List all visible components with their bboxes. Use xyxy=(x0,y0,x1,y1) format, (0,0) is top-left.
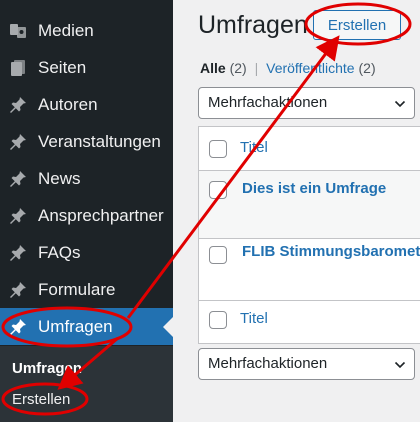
submenu-item-erstellen[interactable]: Erstellen xyxy=(12,391,70,408)
sidebar-item-seiten[interactable]: Seiten xyxy=(0,49,173,86)
pin-icon xyxy=(8,280,28,300)
sidebar-item-autoren[interactable]: Autoren xyxy=(0,86,173,123)
sidebar-item-news[interactable]: News xyxy=(0,160,173,197)
row-title-link[interactable]: Dies ist ein Umfrage xyxy=(242,180,386,197)
bulk-actions-select-bottom[interactable]: Mehrfachaktionen xyxy=(198,348,415,380)
sidebar-item-ansprechpartner[interactable]: Ansprechpartner xyxy=(0,197,173,234)
pin-icon xyxy=(8,132,28,152)
bulk-actions-value: Mehrfachaktionen xyxy=(208,355,328,372)
column-header-title[interactable]: Titel xyxy=(240,139,268,156)
admin-sidebar: Medien Seiten Autoren Veranstaltungen Ne… xyxy=(0,0,173,422)
select-all-checkbox[interactable] xyxy=(209,140,227,158)
sidebar-item-label: News xyxy=(38,169,81,188)
select-all-checkbox-footer[interactable] xyxy=(209,311,227,329)
sidebar-item-label: Formulare xyxy=(38,280,116,299)
column-footer-title[interactable]: Titel xyxy=(240,310,268,327)
add-new-button[interactable]: Erstellen xyxy=(313,10,401,40)
filter-published-count: (2) xyxy=(358,60,376,76)
posts-table: Titel Dies ist ein Umfrage FLIB Stimmung… xyxy=(198,126,420,344)
sidebar-item-label: Seiten xyxy=(38,58,87,77)
chevron-down-icon xyxy=(394,97,406,109)
pin-icon xyxy=(8,206,28,226)
status-filters: Alle (2) | Veröffentlichte (2) xyxy=(200,60,376,76)
sidebar-item-veranstaltungen[interactable]: Veranstaltungen xyxy=(0,123,173,160)
table-row: FLIB Stimmungsbarometer xyxy=(199,239,420,301)
filter-published-link[interactable]: Veröffentlichte xyxy=(266,60,354,76)
filter-all-link[interactable]: Alle xyxy=(200,60,226,76)
pin-icon xyxy=(8,169,28,189)
media-icon xyxy=(8,21,28,41)
pin-icon xyxy=(8,95,28,115)
main-content: Umfragen Erstellen Alle (2) | Veröffentl… xyxy=(173,0,420,422)
sidebar-item-label: Veranstaltungen xyxy=(38,132,161,151)
pin-icon xyxy=(8,317,28,337)
sidebar-item-label: Medien xyxy=(38,21,94,40)
page-title: Umfragen xyxy=(198,11,308,39)
sidebar-item-medien[interactable]: Medien xyxy=(0,12,173,49)
table-row: Dies ist ein Umfrage xyxy=(199,171,420,239)
bulk-actions-select-top[interactable]: Mehrfachaktionen xyxy=(198,87,415,119)
sidebar-item-faqs[interactable]: FAQs xyxy=(0,234,173,271)
bulk-actions-value: Mehrfachaktionen xyxy=(208,94,328,111)
sidebar-item-formulare[interactable]: Formulare xyxy=(0,271,173,308)
filter-all-count: (2) xyxy=(229,60,247,76)
sidebar-item-label: Ansprechpartner xyxy=(38,206,164,225)
table-footer-row: Titel xyxy=(199,301,420,343)
row-checkbox[interactable] xyxy=(209,181,227,199)
pages-icon xyxy=(8,58,28,78)
submenu-item-umfragen[interactable]: Umfragen xyxy=(12,360,82,377)
pin-icon xyxy=(8,243,28,263)
active-indicator-arrow xyxy=(163,317,173,337)
table-header-row: Titel xyxy=(199,127,420,171)
row-title-link[interactable]: FLIB Stimmungsbarometer xyxy=(242,243,420,260)
chevron-down-icon xyxy=(394,358,406,370)
sidebar-item-umfragen[interactable]: Umfragen xyxy=(0,308,173,345)
sidebar-item-label: Autoren xyxy=(38,95,98,114)
filter-separator: | xyxy=(254,60,259,76)
sidebar-submenu: Umfragen Erstellen xyxy=(0,346,173,422)
row-checkbox[interactable] xyxy=(209,246,227,264)
sidebar-item-label: Umfragen xyxy=(38,317,113,336)
sidebar-item-label: FAQs xyxy=(38,243,81,262)
